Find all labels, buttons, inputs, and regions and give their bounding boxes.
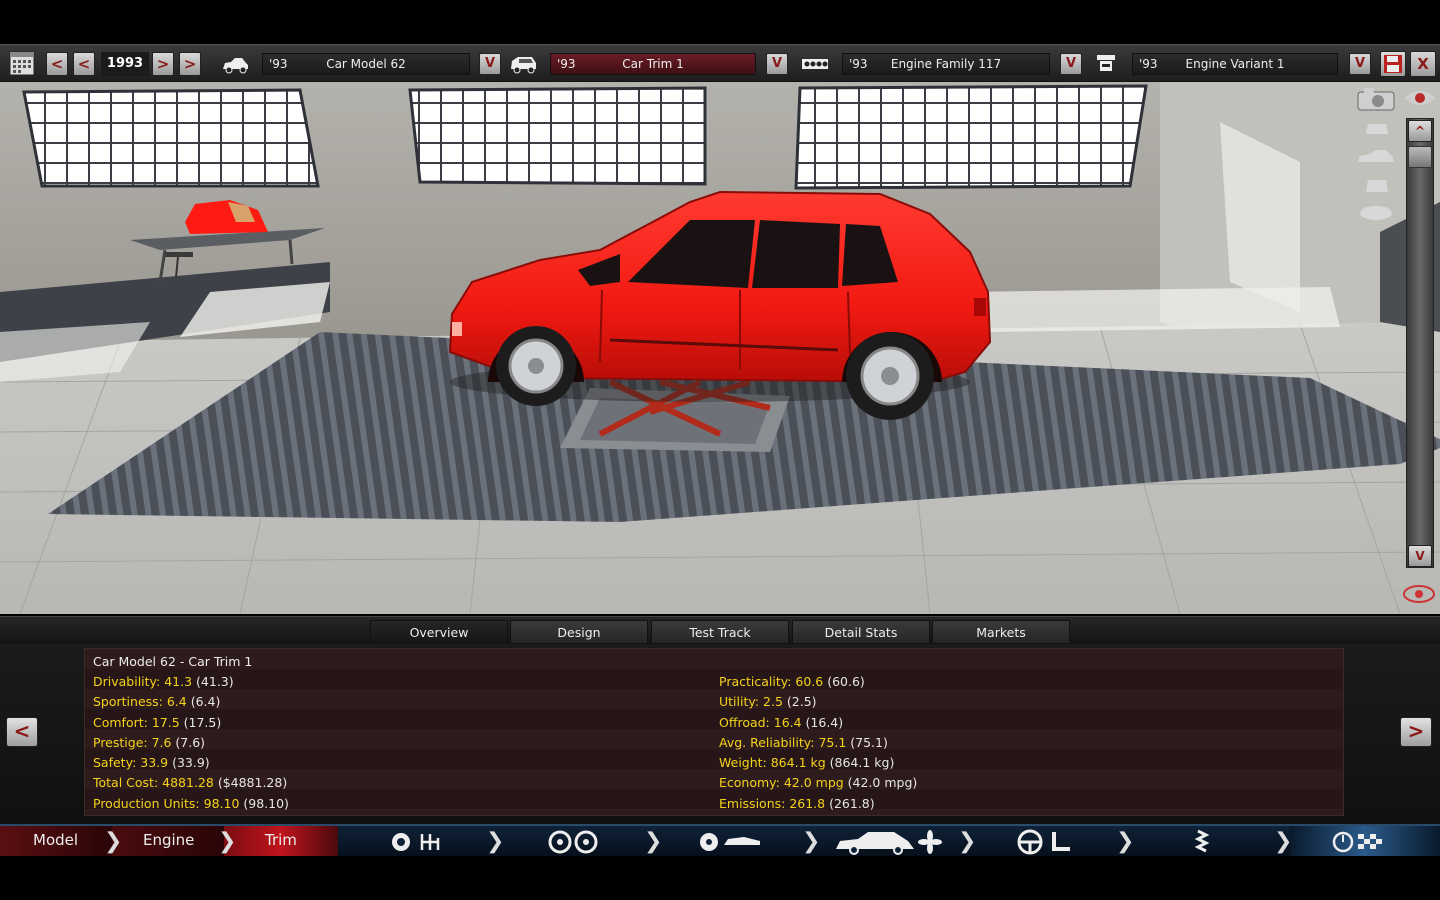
view-top-icon[interactable]: [1358, 204, 1394, 222]
engine-family-dropdown-button[interactable]: V: [1060, 53, 1082, 75]
tab-overview[interactable]: Overview: [370, 620, 508, 644]
chevron-right-icon: ❯: [104, 829, 123, 854]
nav-trim-label[interactable]: Trim: [265, 831, 297, 849]
stats-title: Car Model 62 - Car Trim 1: [93, 654, 253, 669]
close-button[interactable]: X: [1410, 51, 1436, 77]
car-model-dropdown-button[interactable]: V: [479, 53, 501, 75]
top-toolbar: < < 1993 > > '93 Car Model 62 V '93 Car …: [0, 44, 1440, 82]
stat-sportiness: Sportiness: 6.4 (6.4): [93, 694, 221, 709]
tab-test-track[interactable]: Test Track: [651, 620, 789, 644]
tab-detail-stats[interactable]: Detail Stats: [792, 620, 930, 644]
eye-icon[interactable]: [1402, 86, 1438, 110]
year-back-button[interactable]: <: [73, 52, 95, 76]
stat-emissions: Emissions: 261.8 (261.8): [719, 796, 875, 811]
overview-stats: Car Model 62 - Car Trim 1 Drivability: 4…: [84, 648, 1344, 816]
engine-family-name: Engine Family 117: [890, 57, 1002, 71]
stats-next-button[interactable]: >: [1400, 717, 1432, 747]
save-icon[interactable]: [1380, 51, 1406, 77]
stat-total-cost: Total Cost: 4881.28 ($4881.28): [93, 775, 288, 790]
engine-variant-icon: [1092, 53, 1122, 75]
chevron-right-icon: ❯: [218, 829, 237, 854]
car-trim-name: Car Trim 1: [622, 57, 684, 71]
chevron-right-icon: ❯: [644, 829, 663, 854]
engine-variant-dropdown-button[interactable]: V: [1349, 53, 1371, 75]
tab-markets[interactable]: Markets: [932, 620, 1070, 644]
stat-weight: Weight: 864.1 kg (864.1 kg): [719, 755, 895, 770]
stat-economy: Economy: 42.0 mpg (42.0 mpg): [719, 775, 918, 790]
scroll-thumb[interactable]: [1408, 146, 1432, 168]
aero-cooling-icon[interactable]: [834, 829, 946, 855]
bottom-navigation: Model ❯ Engine ❯ Trim ❯ ❯ ❯ ❯ ❯ ❯: [0, 824, 1440, 856]
year-back-fast-button[interactable]: <: [46, 52, 68, 76]
stat-comfort: Comfort: 17.5 (17.5): [93, 715, 222, 730]
stat-production-units: Production Units: 98.10 (98.10): [93, 796, 289, 811]
chevron-right-icon: ❯: [958, 829, 977, 854]
car-model-name: Car Model 62: [326, 57, 406, 71]
year-forward-fast-button[interactable]: >: [179, 52, 201, 76]
stat-drivability: Drivability: 41.3 (41.3): [93, 674, 234, 689]
garage-3d-viewport[interactable]: [0, 82, 1440, 614]
stat-prestige: Prestige: 7.6 (7.6): [93, 735, 206, 750]
view-front-icon[interactable]: [1362, 118, 1392, 138]
year-forward-button[interactable]: >: [152, 52, 174, 76]
drivetrain-gearbox-icon[interactable]: [390, 830, 446, 854]
engine-variant-name: Engine Variant 1: [1185, 57, 1285, 71]
nav-model-label[interactable]: Model: [33, 831, 78, 849]
stat-avg-reliability: Avg. Reliability: 75.1 (75.1): [719, 735, 888, 750]
engine-family-select[interactable]: '93 Engine Family 117: [842, 53, 1050, 75]
car-model-icon: [220, 53, 250, 75]
garage-scene: [0, 82, 1440, 614]
engine-family-icon: [800, 53, 830, 75]
body-design-icon[interactable]: [698, 831, 764, 853]
car-trim-select[interactable]: '93 Car Trim 1: [550, 53, 756, 75]
tab-bar: Overview Design Test Track Detail Stats …: [0, 616, 1440, 644]
nav-engine-label[interactable]: Engine: [143, 831, 194, 849]
scroll-down-button[interactable]: V: [1408, 545, 1432, 567]
rotate-view-icon[interactable]: [1402, 582, 1436, 606]
stat-utility: Utility: 2.5 (2.5): [719, 694, 817, 709]
stat-offroad: Offroad: 16.4 (16.4): [719, 715, 844, 730]
year-display: 1993: [101, 52, 149, 76]
stat-practicality: Practicality: 60.6 (60.6): [719, 674, 865, 689]
suspension-icon[interactable]: [1190, 829, 1214, 855]
car-trim-dropdown-button[interactable]: V: [766, 53, 788, 75]
car-model-select[interactable]: '93 Car Model 62: [262, 53, 470, 75]
zoom-scrollbar[interactable]: [1406, 118, 1434, 568]
view-side-icon[interactable]: [1356, 148, 1396, 166]
car-trim-icon: [508, 53, 538, 75]
engine-variant-select[interactable]: '93 Engine Variant 1: [1132, 53, 1338, 75]
scroll-up-button[interactable]: ^: [1408, 120, 1432, 142]
stats-prev-button[interactable]: <: [6, 717, 38, 747]
stat-safety: Safety: 33.9 (33.9): [93, 755, 210, 770]
finish-flag-icon[interactable]: [1332, 830, 1392, 854]
wheels-icon[interactable]: [548, 830, 600, 854]
camera-icon[interactable]: [1356, 86, 1396, 112]
tab-design[interactable]: Design: [510, 620, 648, 644]
calendar-icon[interactable]: [8, 49, 36, 77]
interior-icon[interactable]: [1016, 829, 1076, 855]
view-rear-icon[interactable]: [1362, 176, 1392, 196]
chevron-right-icon: ❯: [486, 829, 505, 854]
chevron-right-icon: ❯: [1116, 829, 1135, 854]
chevron-right-icon: ❯: [802, 829, 821, 854]
